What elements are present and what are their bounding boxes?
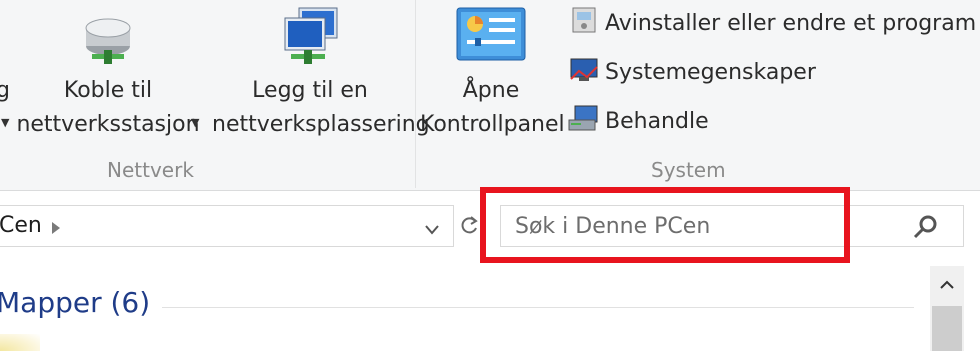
partial-ribbon-button-label: g bbox=[0, 78, 10, 103]
address-path-segment[interactable]: Cen bbox=[0, 213, 42, 238]
control-panel-icon bbox=[420, 6, 562, 74]
system-properties-icon bbox=[567, 53, 605, 91]
vertical-scrollbar[interactable] bbox=[930, 266, 964, 351]
breadcrumb-chevron-icon[interactable] bbox=[51, 220, 61, 239]
uninstall-program-label: Avinstaller eller endre et program bbox=[605, 10, 977, 36]
system-properties-button[interactable]: Systemegenskaper bbox=[567, 55, 816, 89]
search-icon[interactable] bbox=[912, 213, 940, 245]
folders-section-title[interactable]: Mapper (6) bbox=[0, 286, 150, 319]
dropdown-arrow-icon[interactable]: ▼ bbox=[1, 116, 9, 129]
manage-computer-icon bbox=[567, 102, 605, 140]
partial-ribbon-button[interactable]: g bbox=[0, 74, 10, 108]
address-history-chevron-down-icon[interactable] bbox=[425, 220, 439, 239]
scrollbar-thumb[interactable] bbox=[932, 306, 962, 351]
map-drive-label-line1: Koble til bbox=[63, 78, 153, 103]
map-network-drive-button[interactable]: Koble til nettverksstasjon bbox=[14, 6, 202, 142]
refresh-icon[interactable] bbox=[459, 215, 479, 241]
add-location-label-line1: Legg til en bbox=[252, 78, 368, 103]
ribbon: g ▼ Koble til nettverksstasjon ▼ Legg ti… bbox=[0, 0, 980, 191]
uninstall-program-button[interactable]: Avinstaller eller endre et program bbox=[567, 6, 976, 40]
add-network-location-button[interactable]: Legg til en nettverksplassering bbox=[212, 6, 430, 142]
manage-label: Behandle bbox=[605, 108, 709, 134]
system-properties-label: Systemegenskaper bbox=[605, 59, 816, 85]
dropdown-arrow-icon[interactable]: ▼ bbox=[191, 116, 199, 129]
network-location-icon bbox=[212, 6, 408, 74]
uninstall-program-icon bbox=[567, 4, 605, 42]
add-location-label-line2: nettverksplassering bbox=[212, 112, 430, 137]
manage-button[interactable]: Behandle bbox=[567, 104, 709, 138]
map-drive-label-line2: nettverksstasjon bbox=[16, 112, 200, 137]
network-drive-icon bbox=[14, 6, 202, 74]
scroll-up-chevron-icon[interactable] bbox=[930, 266, 964, 304]
search-highlight-box bbox=[480, 187, 850, 263]
section-divider bbox=[162, 307, 914, 308]
control-panel-label-line1: Åpne bbox=[462, 78, 520, 103]
system-group-label: System bbox=[651, 158, 726, 182]
open-control-panel-button[interactable]: Åpne Kontrollpanel bbox=[420, 6, 565, 142]
folder-icon[interactable] bbox=[0, 334, 40, 351]
group-separator bbox=[415, 0, 416, 188]
network-group-label: Nettverk bbox=[107, 158, 194, 182]
address-bar[interactable]: Cen bbox=[0, 205, 454, 247]
control-panel-label-line2: Kontrollpanel bbox=[420, 112, 565, 137]
